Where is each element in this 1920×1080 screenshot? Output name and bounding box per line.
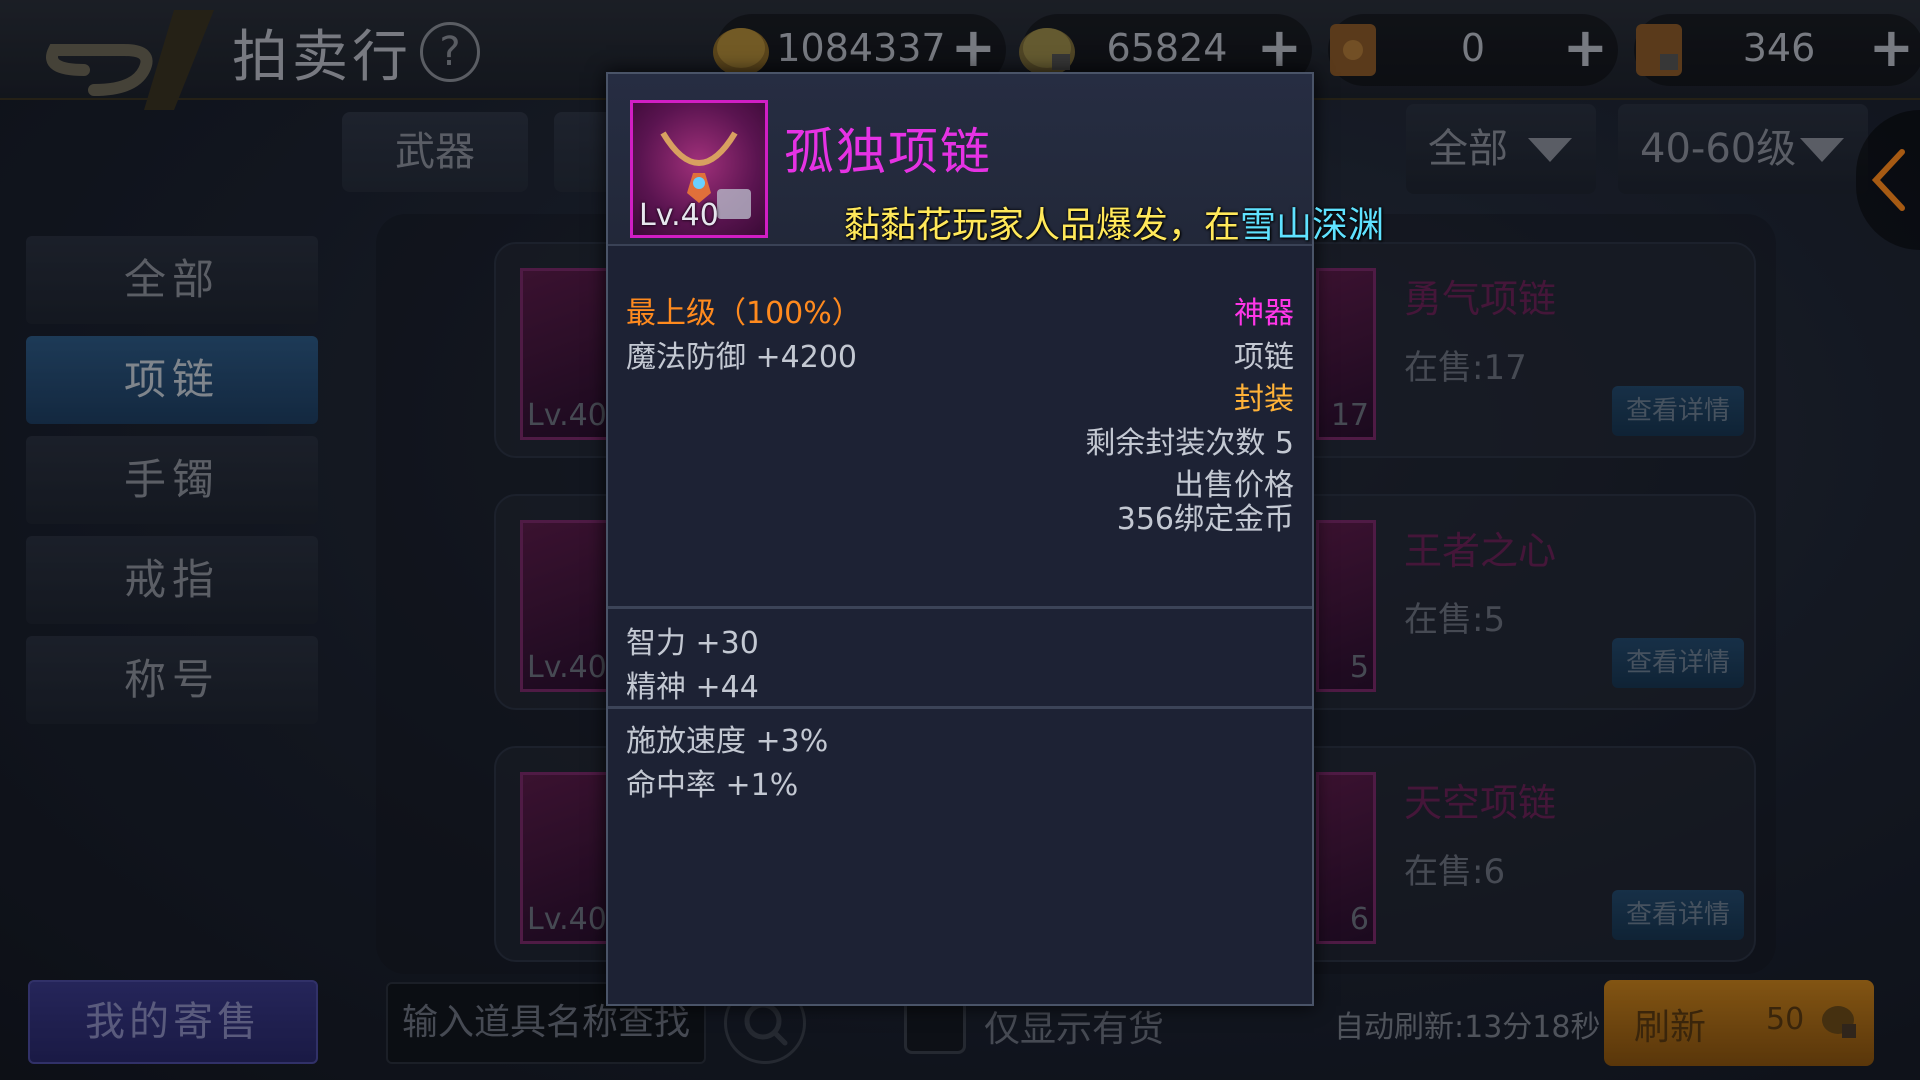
item-icon: Lv.40 [630, 100, 768, 238]
item-level-badge: Lv.40 [639, 198, 719, 233]
sell-price-value: 356绑定金币 [1116, 502, 1294, 537]
tooltip-header: Lv.40 孤独项链 黏黏花玩家人品爆发，在雪山深渊 [608, 74, 1384, 246]
item-sealable: 封装 [1234, 382, 1294, 417]
stat-spirit: 精神 +44 [626, 670, 759, 705]
stat-cast-speed: 施放速度 +3% [626, 724, 829, 759]
item-rarity: 神器 [1234, 296, 1294, 331]
item-slot: 项链 [1234, 340, 1294, 375]
broadcast-text: 黏黏花玩家人品爆发，在 [844, 205, 1241, 246]
stat-hit-rate: 命中率 +1% [626, 768, 799, 803]
item-tooltip: Lv.40 孤独项链 黏黏花玩家人品爆发，在雪山深渊 最上级（100%） 神器 … [606, 72, 1384, 1006]
divider [608, 706, 1312, 709]
item-name: 孤独项链 [784, 123, 992, 181]
stat-intelligence: 智力 +30 [626, 626, 759, 661]
broadcast-marquee: 黏黏花玩家人品爆发，在雪山深渊 [844, 196, 1404, 248]
item-quality: 最上级（100%） [626, 296, 862, 331]
divider [608, 606, 1312, 609]
item-main-stat: 魔法防御 +4200 [626, 340, 858, 375]
item-seal-remaining: 剩余封装次数 5 [1085, 426, 1294, 461]
broadcast-location: 雪山深渊 [1240, 205, 1385, 246]
